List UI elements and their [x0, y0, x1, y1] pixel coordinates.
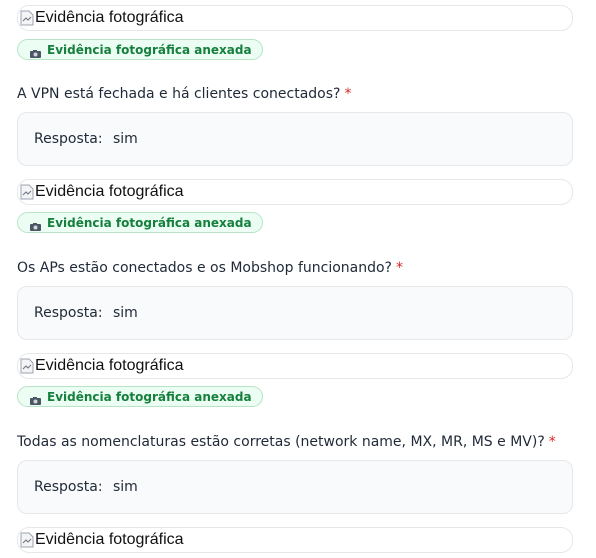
answer-value: sim: [113, 131, 138, 147]
evidence-image-alt-text: Evidência fotográfica: [35, 9, 184, 26]
camera-icon: [30, 47, 41, 58]
required-marker: *: [396, 260, 403, 276]
broken-image-icon: [20, 184, 34, 200]
question-label: Os APs estão conectados e os Mobshop fun…: [17, 259, 403, 277]
question-text: Os APs estão conectados e os Mobshop fun…: [17, 260, 392, 276]
required-marker: *: [548, 434, 556, 450]
answer-box: Resposta: sim: [17, 112, 573, 166]
question-text: Todas as nomenclaturas estão corretas (n…: [17, 434, 545, 450]
answer-prefix: Resposta:: [34, 131, 103, 147]
evidence-image[interactable]: Evidência fotográfica: [17, 527, 573, 553]
evidence-attached-label: Evidência fotográfica anexada: [47, 215, 252, 230]
answer-box: Resposta: sim: [17, 460, 573, 514]
evidence-image-alt: Evidência fotográfica: [20, 8, 184, 28]
answer-text: Resposta: sim: [34, 478, 138, 496]
evidence-attached-badge: Evidência fotográfica anexada: [17, 212, 263, 233]
answer-text: Resposta: sim: [34, 304, 138, 322]
question-label: A VPN está fechada e há clientes conecta…: [17, 85, 351, 103]
evidence-attached-badge: Evidência fotográfica anexada: [17, 39, 263, 60]
evidence-image-alt-text: Evidência fotográfica: [35, 357, 184, 374]
evidence-image[interactable]: Evidência fotográfica: [17, 353, 573, 379]
broken-image-icon: [20, 358, 34, 374]
answer-box: Resposta: sim: [17, 286, 573, 340]
evidence-image-alt-text: Evidência fotográfica: [35, 531, 184, 548]
required-marker: *: [344, 86, 352, 102]
evidence-image-alt: Evidência fotográfica: [20, 356, 184, 376]
answer-value: sim: [113, 305, 138, 321]
question-text: A VPN está fechada e há clientes conecta…: [17, 86, 341, 102]
evidence-image[interactable]: Evidência fotográfica: [17, 5, 573, 31]
question-label: Todas as nomenclaturas estão corretas (n…: [17, 433, 556, 451]
answer-prefix: Resposta:: [34, 479, 103, 495]
evidence-attached-label: Evidência fotográfica anexada: [47, 389, 252, 404]
answer-text: Resposta: sim: [34, 130, 138, 148]
camera-icon: [30, 394, 41, 405]
broken-image-icon: [20, 532, 34, 548]
evidence-image-alt: Evidência fotográfica: [20, 182, 184, 202]
evidence-image-alt-text: Evidência fotográfica: [35, 183, 184, 200]
evidence-attached-badge: Evidência fotográfica anexada: [17, 386, 263, 407]
evidence-attached-label: Evidência fotográfica anexada: [47, 42, 252, 57]
camera-icon: [30, 220, 41, 231]
answer-value: sim: [113, 479, 138, 495]
answer-prefix: Resposta:: [34, 305, 103, 321]
evidence-image[interactable]: Evidência fotográfica: [17, 179, 573, 205]
evidence-image-alt: Evidência fotográfica: [20, 530, 184, 550]
broken-image-icon: [20, 10, 34, 26]
